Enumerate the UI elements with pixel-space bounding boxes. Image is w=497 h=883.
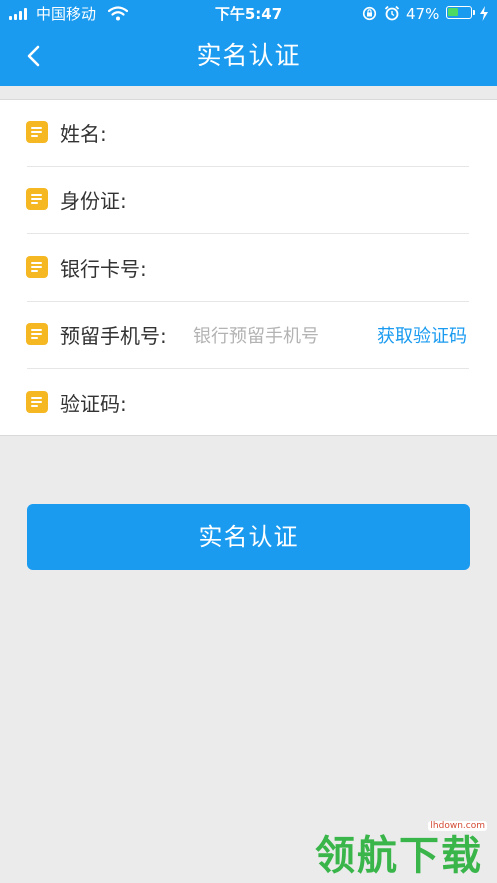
watermark-text: 领航下载 xyxy=(315,833,483,879)
battery-level xyxy=(448,8,458,16)
id-card-input[interactable] xyxy=(140,184,465,218)
id-card-row: 身份证: xyxy=(0,167,497,234)
name-row: 姓名: xyxy=(0,100,497,167)
note-icon xyxy=(26,323,48,345)
app-header: 中国移动 下午5:47 47% 实名认证 xyxy=(0,0,497,86)
note-icon xyxy=(26,391,48,413)
bank-card-row: 银行卡号: xyxy=(0,235,497,302)
battery-icon xyxy=(446,6,475,19)
status-bar: 中国移动 下午5:47 47% xyxy=(0,0,497,28)
battery-percent: 47% xyxy=(406,5,440,23)
id-card-label: 身份证: xyxy=(60,189,127,213)
note-icon xyxy=(26,188,48,210)
note-icon xyxy=(26,256,48,278)
bank-card-input[interactable] xyxy=(162,252,465,286)
rotation-lock-icon xyxy=(362,6,377,21)
divider xyxy=(27,233,469,234)
alarm-icon xyxy=(384,5,400,21)
verification-form: 姓名: 身份证: 银行卡号: 预留手机号: 获取验证码 验证码: xyxy=(0,99,497,436)
divider xyxy=(27,368,469,369)
code-label: 验证码: xyxy=(60,392,127,416)
submit-button[interactable]: 实名认证 xyxy=(27,504,470,570)
note-icon xyxy=(26,121,48,143)
page-title: 实名认证 xyxy=(196,41,301,70)
phone-label: 预留手机号: xyxy=(60,324,167,348)
name-label: 姓名: xyxy=(60,122,107,146)
charging-icon xyxy=(480,6,488,21)
watermark-logo: lhdown.com 领航下载 xyxy=(315,821,495,881)
code-input[interactable] xyxy=(140,387,465,421)
code-row: 验证码: xyxy=(0,370,497,437)
bank-card-label: 银行卡号: xyxy=(60,257,147,281)
watermark-url: lhdown.com xyxy=(428,821,487,831)
get-code-button[interactable]: 获取验证码 xyxy=(377,324,467,350)
name-input[interactable] xyxy=(120,117,465,151)
phone-row: 预留手机号: 获取验证码 xyxy=(0,302,497,369)
phone-input[interactable] xyxy=(193,319,353,353)
